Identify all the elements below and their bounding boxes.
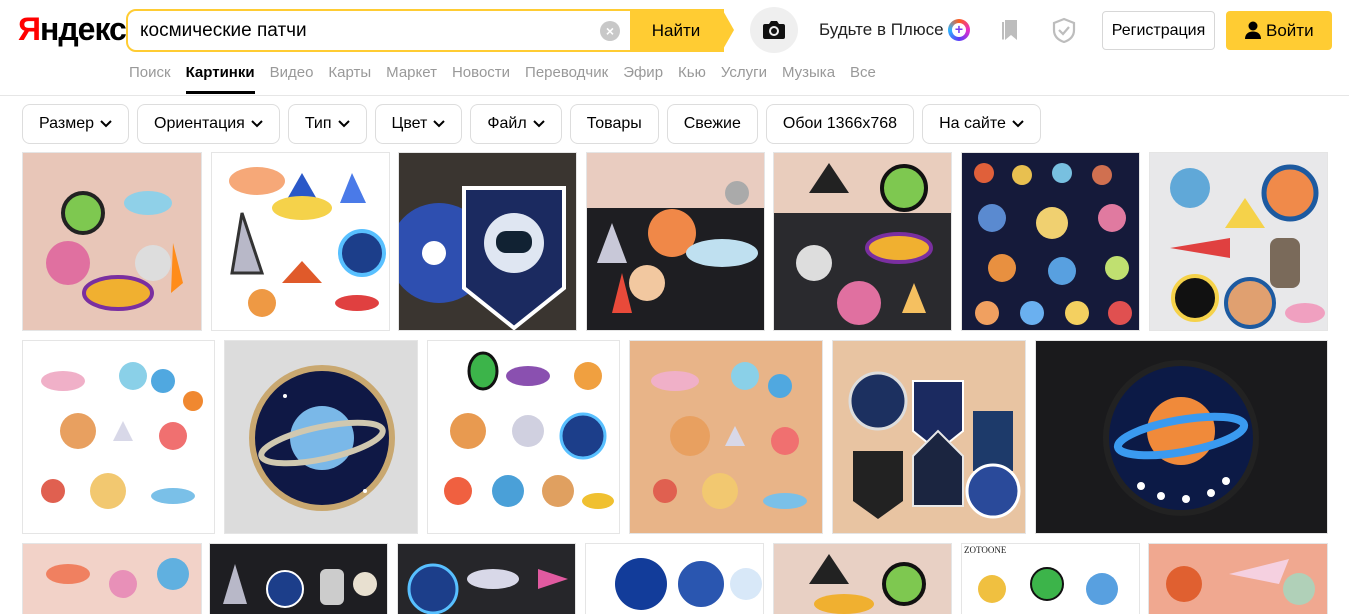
filter-color[interactable]: Цвет [374,104,463,144]
logo-letter: Я [18,11,41,47]
filter-bar: Размер Ориентация Тип Цвет Файл Товары С… [22,104,1041,144]
image-thumbnail [23,544,201,614]
yandex-logo[interactable]: Яндекс [18,11,127,47]
image-thumbnail: ZOTOONE [962,544,1139,614]
image-thumbnail [833,341,1025,533]
image-result[interactable] [629,340,823,534]
image-result[interactable] [1148,543,1328,614]
watermark-text: ZOTOONE [964,545,1007,555]
image-result[interactable] [961,152,1140,331]
tab-efir[interactable]: Эфир [623,64,663,94]
image-thumbnail [398,544,575,614]
image-result[interactable] [586,152,765,331]
header: Яндекс × Найти Будьте в Плюсе Регистраци… [0,0,1349,96]
filter-size[interactable]: Размер [22,104,129,144]
image-result[interactable] [22,543,202,614]
image-thumbnail [587,153,764,330]
tab-news[interactable]: Новости [452,64,510,94]
image-thumbnail [428,341,619,533]
image-result[interactable]: ZOTOONE [961,543,1140,614]
chevron-down-icon [532,120,545,128]
image-thumbnail [586,544,763,614]
image-thumbnail [210,544,387,614]
camera-icon [763,21,785,39]
chevron-down-icon [337,120,350,128]
filter-label: На сайте [939,115,1006,132]
filter-on-site[interactable]: На сайте [922,104,1041,144]
filter-orientation[interactable]: Ориентация [137,104,280,144]
filter-label: Товары [586,115,642,132]
tab-translator[interactable]: Переводчик [525,64,608,94]
filter-goods[interactable]: Товары [569,104,659,144]
filter-label: Размер [39,115,94,132]
register-button[interactable]: Регистрация [1102,11,1215,50]
image-thumbnail [399,153,576,330]
image-result[interactable] [209,543,388,614]
image-result[interactable] [22,340,215,534]
filter-label: Цвет [391,115,428,132]
filter-file[interactable]: Файл [470,104,562,144]
image-result[interactable] [398,152,577,331]
tab-q[interactable]: Кью [678,64,706,94]
image-result[interactable] [773,543,952,614]
search-input[interactable] [140,11,600,50]
image-result[interactable] [585,543,764,614]
image-thumbnail [774,544,951,614]
filter-type[interactable]: Тип [287,104,367,144]
chevron-down-icon [251,120,263,128]
filter-label: Свежие [683,115,741,132]
image-thumbnail [962,153,1139,330]
tab-maps[interactable]: Карты [328,64,371,94]
image-thumbnail [23,153,201,330]
image-thumbnail [212,153,389,330]
image-thumbnail [1149,544,1327,614]
tab-all[interactable]: Все [850,64,876,94]
image-result[interactable] [427,340,620,534]
user-icon [1245,21,1261,39]
image-result[interactable] [22,152,202,331]
search-button[interactable]: Найти [630,9,722,52]
image-thumbnail [774,153,951,330]
login-button[interactable]: Войти [1226,11,1332,50]
image-result[interactable] [211,152,390,331]
search-button-arrow [722,9,734,51]
filter-wallpaper-size[interactable]: Обои 1366x768 [765,104,915,144]
image-thumbnail [630,341,822,533]
tab-search[interactable]: Поиск [129,64,171,94]
tab-market[interactable]: Маркет [386,64,437,94]
filter-label: Тип [304,115,332,132]
image-thumbnail [23,341,214,533]
image-result[interactable] [1035,340,1328,534]
image-result[interactable] [832,340,1026,534]
tab-video[interactable]: Видео [270,64,314,94]
login-label: Войти [1266,21,1314,40]
image-result[interactable] [773,152,952,331]
logo-rest: ндекс [40,11,127,47]
tab-services[interactable]: Услуги [721,64,767,94]
camera-search-button[interactable] [750,7,798,53]
filter-label: Файл [487,115,527,132]
shield-icon[interactable] [1051,17,1077,43]
tab-music[interactable]: Музыка [782,64,835,94]
plus-icon[interactable] [948,19,970,41]
service-tabs: Поиск Картинки Видео Карты Маркет Новост… [129,64,891,94]
clear-icon[interactable]: × [600,21,620,41]
plus-promo-link[interactable]: Будьте в Плюсе [819,20,944,40]
chevron-down-icon [1012,120,1024,128]
chevron-down-icon [100,120,112,128]
image-result[interactable] [397,543,576,614]
chevron-down-icon [433,120,446,128]
image-thumbnail [225,341,417,533]
tab-images[interactable]: Картинки [185,64,255,94]
filter-fresh[interactable]: Свежие [666,104,758,144]
filter-label: Ориентация [154,115,245,132]
image-result[interactable] [1149,152,1328,331]
bookmark-icon[interactable] [1000,18,1022,42]
image-thumbnail [1150,153,1327,330]
image-thumbnail [1036,341,1327,533]
filter-label: Обои 1366x768 [782,115,898,132]
image-result[interactable] [224,340,418,534]
